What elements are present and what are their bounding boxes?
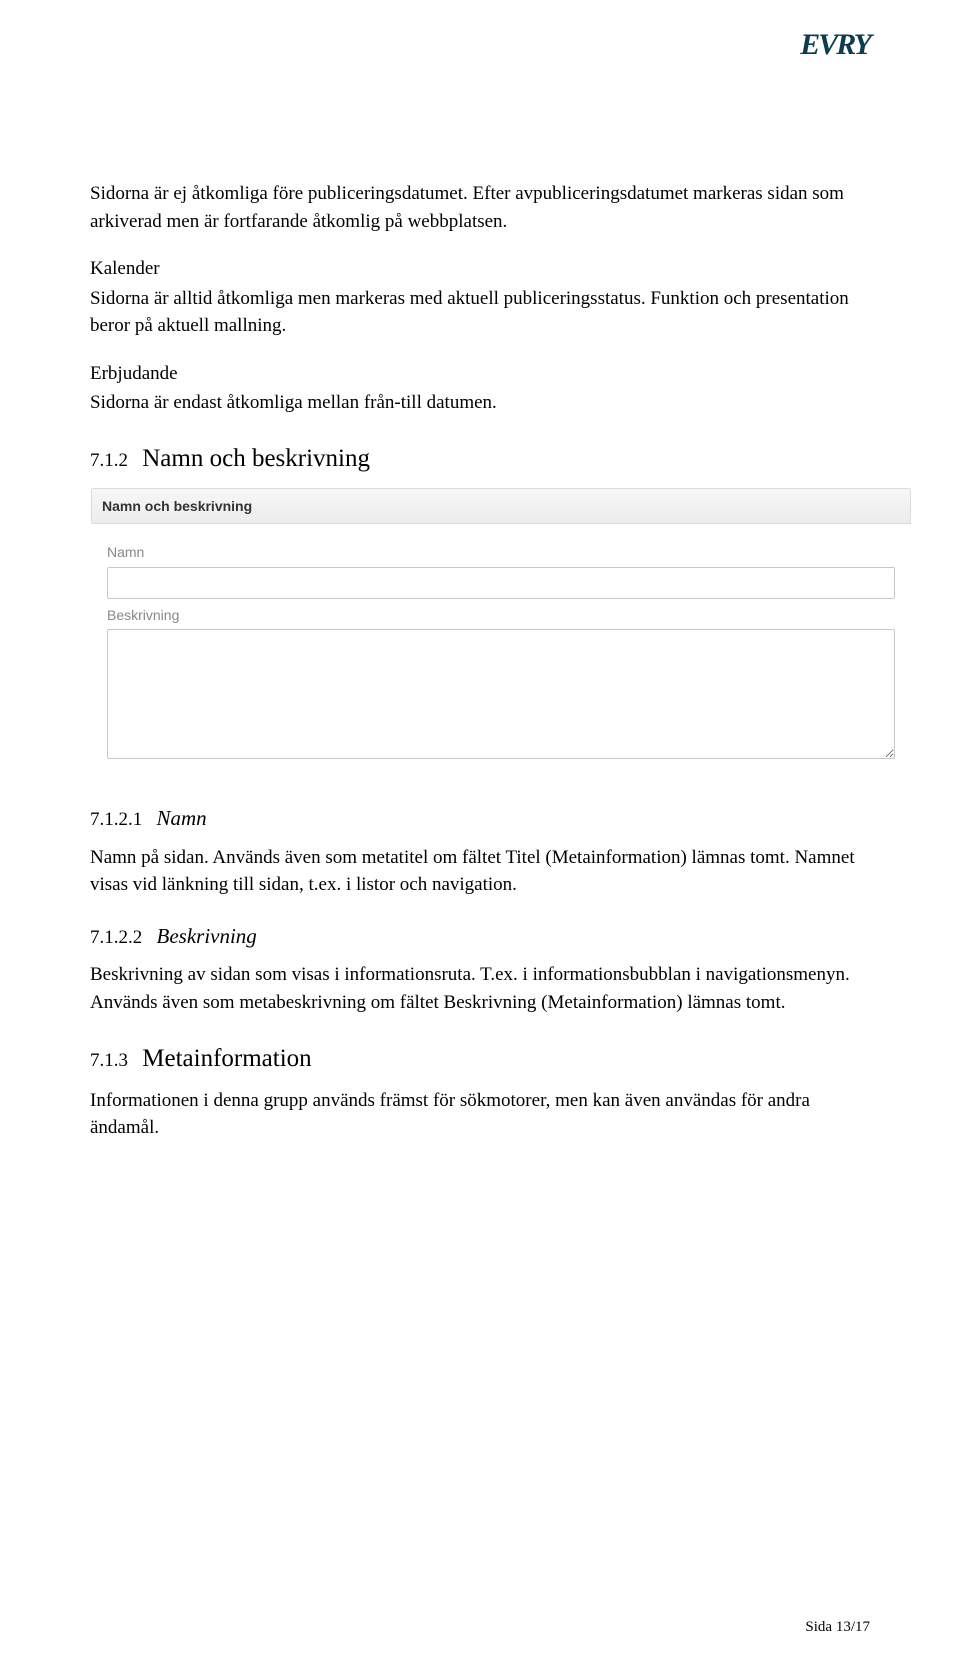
- paragraph: Sidorna är endast åtkomliga mellan från-…: [90, 389, 870, 417]
- subheading-erbjudande: Erbjudande: [90, 360, 870, 388]
- paragraph: Namn på sidan. Används även som metatite…: [90, 844, 870, 899]
- heading-text: Beskrivning: [157, 924, 257, 948]
- heading-7-1-3: 7.1.3 Metainformation: [90, 1041, 870, 1077]
- heading-text: Metainformation: [142, 1045, 311, 1072]
- form-screenshot: Namn och beskrivning Namn Beskrivning: [90, 487, 912, 781]
- heading-number: 7.1.2.1: [90, 809, 142, 830]
- paragraph: Informationen i denna grupp används främ…: [90, 1087, 870, 1142]
- label-beskrivning: Beskrivning: [107, 605, 895, 625]
- page-footer: Sida 13/17: [805, 1619, 870, 1636]
- heading-7-1-2-1: 7.1.2.1 Namn: [90, 803, 870, 834]
- heading-7-1-2-2: 7.1.2.2 Beskrivning: [90, 921, 870, 952]
- textarea-beskrivning[interactable]: [107, 629, 895, 759]
- heading-number: 7.1.2: [90, 450, 128, 471]
- paragraph: Sidorna är ej åtkomliga före publicering…: [90, 180, 870, 235]
- heading-number: 7.1.3: [90, 1050, 128, 1071]
- input-namn[interactable]: [107, 567, 895, 599]
- document-body: Sidorna är ej åtkomliga före publicering…: [90, 180, 870, 1142]
- form-panel-title: Namn och beskrivning: [91, 488, 911, 524]
- heading-text: Namn och beskrivning: [142, 445, 370, 472]
- heading-7-1-2: 7.1.2 Namn och beskrivning: [90, 441, 870, 477]
- heading-text: Namn: [157, 806, 207, 830]
- heading-number: 7.1.2.2: [90, 927, 142, 948]
- paragraph: Sidorna är alltid åtkomliga men markeras…: [90, 285, 870, 340]
- logo: EVRY: [800, 28, 870, 62]
- paragraph: Beskrivning av sidan som visas i informa…: [90, 961, 870, 1016]
- subheading-kalender: Kalender: [90, 255, 870, 283]
- label-namn: Namn: [107, 542, 895, 562]
